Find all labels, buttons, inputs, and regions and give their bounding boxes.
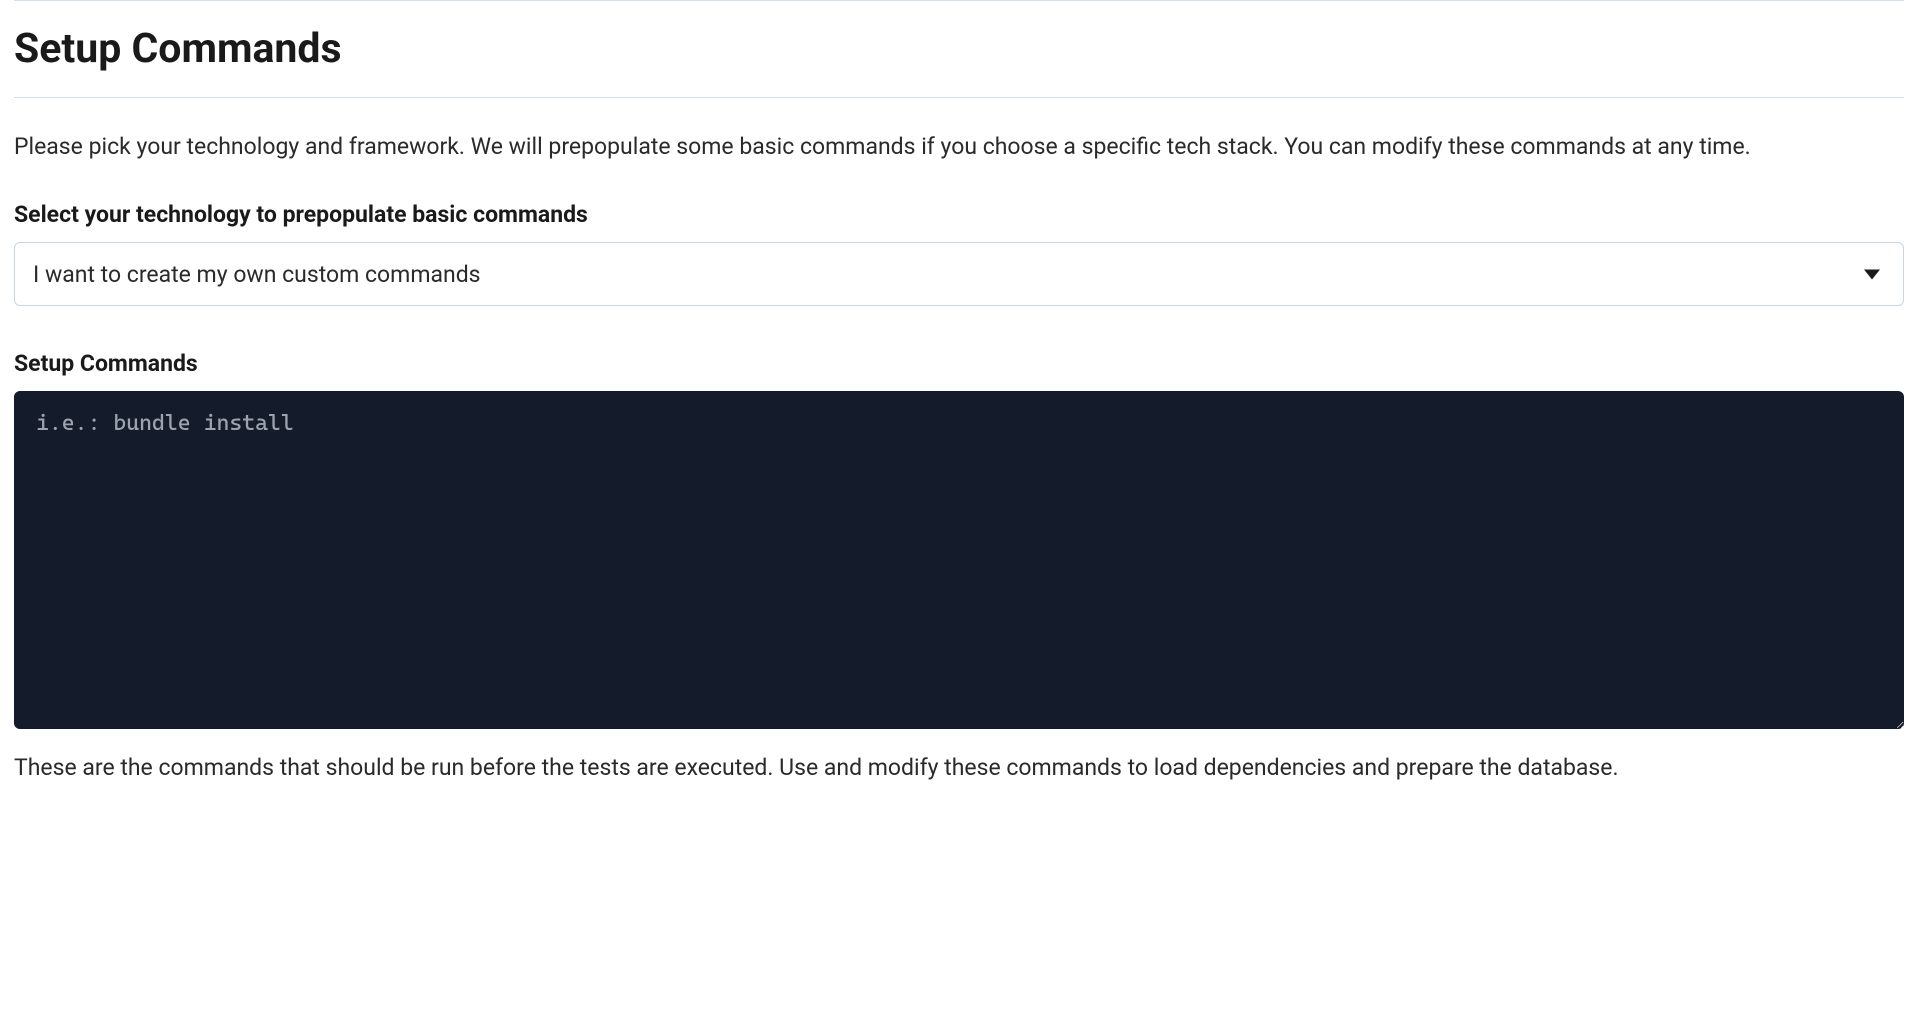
page-title: Setup Commands	[14, 25, 1904, 73]
page-description: Please pick your technology and framewor…	[14, 130, 1904, 163]
technology-select-label: Select your technology to prepopulate ba…	[14, 201, 1904, 228]
top-divider	[14, 0, 1904, 1]
technology-select[interactable]: I want to create my own custom commands	[14, 242, 1904, 306]
setup-commands-helper: These are the commands that should be ru…	[14, 751, 1904, 784]
title-divider	[14, 97, 1904, 98]
setup-commands-input[interactable]	[14, 391, 1904, 729]
technology-select-wrapper: I want to create my own custom commands	[14, 242, 1904, 306]
setup-commands-label: Setup Commands	[14, 350, 1904, 377]
